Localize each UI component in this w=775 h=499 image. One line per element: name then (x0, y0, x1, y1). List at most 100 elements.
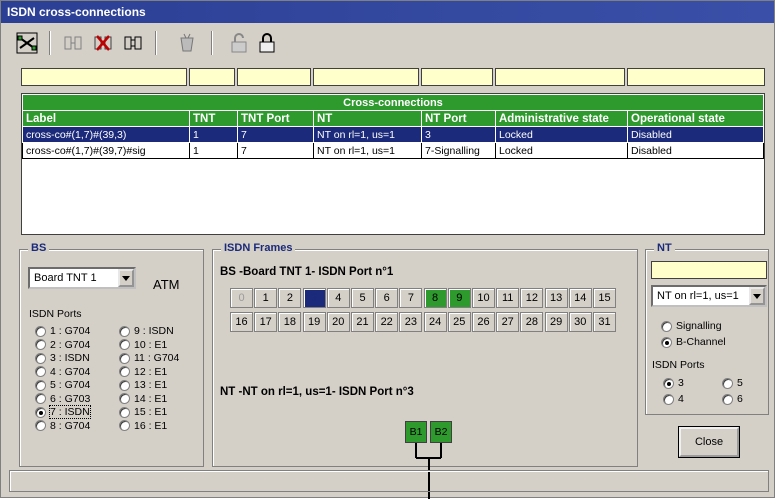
timeslot-cell[interactable]: 9 (447, 288, 471, 308)
filter-tnt-port-field[interactable] (237, 68, 311, 86)
cross-connect-icon (16, 32, 38, 54)
timeslot-cell[interactable]: 6 (375, 288, 399, 308)
table-row[interactable]: cross-co#(1,7)#(39,3) 1 7 NT on rl=1, us… (22, 126, 764, 143)
lock-open-button[interactable] (225, 29, 253, 57)
nt-port-radio-6[interactable]: 6 (722, 393, 743, 405)
nt-port-label: 5 (737, 377, 743, 389)
cross-connect-button[interactable] (13, 29, 41, 57)
bs-port-radio[interactable]: 15 : E1 (119, 406, 167, 418)
timeslot-cell[interactable]: 27 (496, 312, 520, 332)
bs-port-radio[interactable]: 4 : G704 (35, 366, 90, 378)
bs-port-radio[interactable]: 13 : E1 (119, 379, 167, 391)
filter-tnt-field[interactable] (189, 68, 235, 86)
nt-field[interactable] (651, 261, 767, 279)
b2-channel[interactable]: B2 (430, 421, 452, 443)
timeslot-cell[interactable]: 18 (278, 312, 302, 332)
timeslot-cell[interactable]: 30 (568, 312, 592, 332)
timeslot-cell[interactable]: 26 (472, 312, 495, 332)
timeslot-cell[interactable]: 0 (230, 288, 253, 308)
board-select[interactable]: Board TNT 1 (28, 267, 136, 289)
timeslot-cell[interactable]: 24 (423, 312, 447, 332)
timeslot-cell[interactable]: 22 (375, 312, 399, 332)
bs-port-radio[interactable]: 6 : G703 (35, 393, 90, 405)
timeslot-cell[interactable]: 12 (520, 288, 544, 308)
modify-connection-button[interactable] (119, 29, 147, 57)
timeslot-cell[interactable]: 28 (520, 312, 544, 332)
column-header-nt-port[interactable]: NT Port (421, 110, 496, 127)
filter-admin-state-field[interactable] (495, 68, 625, 86)
cell-label: cross-co#(1,7)#(39,7)#sig (22, 142, 190, 159)
bs-port-radio[interactable]: 9 : ISDN (119, 325, 174, 337)
column-header-tnt[interactable]: TNT (189, 110, 238, 127)
timeslot-cell[interactable]: 17 (254, 312, 278, 332)
timeslot-cell[interactable]: 4 (326, 288, 350, 308)
signalling-radio[interactable]: Signalling (661, 320, 722, 332)
cell-op-state: Disabled (627, 126, 764, 143)
timeslot-cell[interactable]: 5 (351, 288, 374, 308)
column-header-admin-state[interactable]: Administrative state (495, 110, 628, 127)
radio-dot (119, 339, 130, 350)
radio-dot (119, 366, 130, 377)
timeslot-cell[interactable]: 10 (472, 288, 495, 308)
timeslot-cell[interactable]: 29 (544, 312, 568, 332)
bs-port-label: 3 : ISDN (50, 352, 90, 364)
cell-tnt: 1 (189, 142, 238, 159)
timeslot-cell[interactable]: 13 (544, 288, 568, 308)
delete-connection-button[interactable] (89, 29, 117, 57)
clear-button[interactable] (173, 29, 201, 57)
bs-port-radio[interactable]: 5 : G704 (35, 379, 90, 391)
radio-dot (35, 366, 46, 377)
bs-port-radio[interactable]: 7 : ISDN (35, 405, 91, 419)
nt-port-radio-4[interactable]: 4 (663, 393, 684, 405)
nt-port-radio-3[interactable]: 3 (663, 377, 684, 389)
nt-port-radio-5[interactable]: 5 (722, 377, 743, 389)
bs-port-radio[interactable]: 8 : G704 (35, 420, 90, 432)
column-header-op-state[interactable]: Operational state (627, 110, 764, 127)
delete-connection-icon (94, 35, 112, 51)
bs-port-radio[interactable]: 1 : G704 (35, 325, 90, 337)
timeslot-cell[interactable]: 20 (326, 312, 350, 332)
close-button[interactable]: Close (678, 426, 740, 458)
timeslot-cell[interactable]: 23 (399, 312, 423, 332)
timeslot-cell[interactable]: 3 (302, 288, 326, 308)
bs-port-label: 2 : G704 (50, 338, 91, 351)
timeslot-cell[interactable]: 1 (254, 288, 278, 308)
add-connection-button[interactable] (59, 29, 87, 57)
timeslot-cell[interactable]: 7 (399, 288, 423, 308)
bs-port-radio[interactable]: 3 : ISDN (35, 352, 90, 364)
b1-channel[interactable]: B1 (405, 421, 427, 443)
timeslot-cell[interactable]: 19 (302, 312, 326, 332)
bs-port-radio[interactable]: 10 : E1 (119, 339, 167, 351)
timeslot-cell[interactable]: 31 (593, 312, 616, 332)
timeslot-cell[interactable]: 25 (447, 312, 471, 332)
timeslot-cell[interactable]: 21 (351, 312, 374, 332)
nt-select[interactable]: NT on rl=1, us=1 (651, 285, 767, 307)
filter-label-field[interactable] (21, 68, 187, 86)
timeslot-cell[interactable]: 8 (423, 288, 447, 308)
timeslot-cell[interactable]: 11 (496, 288, 520, 308)
chevron-down-icon[interactable] (749, 287, 765, 305)
bs-port-radio[interactable]: 11 : G704 (119, 352, 179, 364)
bs-port-label: 8 : G704 (50, 419, 91, 432)
filter-nt-field[interactable] (313, 68, 419, 86)
timeslot-cell[interactable]: 16 (230, 312, 253, 332)
table-row[interactable]: cross-co#(1,7)#(39,7)#sig 1 7 NT on rl=1… (22, 142, 764, 159)
bs-port-label: 11 : G704 (134, 352, 180, 364)
b-channel-radio[interactable]: B-Channel (661, 336, 726, 348)
bs-port-radio[interactable]: 12 : E1 (119, 366, 167, 378)
bs-port-radio[interactable]: 14 : E1 (119, 393, 167, 405)
bs-port-radio[interactable]: 2 : G704 (35, 339, 90, 351)
column-header-nt[interactable]: NT (313, 110, 422, 127)
chevron-down-icon[interactable] (118, 269, 134, 287)
filter-nt-port-field[interactable] (421, 68, 493, 86)
timeslot-cell[interactable]: 14 (568, 288, 592, 308)
status-bar (9, 470, 769, 492)
bs-port-label: 7 : ISDN (49, 405, 91, 419)
timeslot-cell[interactable]: 2 (278, 288, 302, 308)
column-header-tnt-port[interactable]: TNT Port (237, 110, 314, 127)
bs-port-radio[interactable]: 16 : E1 (119, 420, 167, 432)
timeslot-cell[interactable]: 15 (593, 288, 616, 308)
filter-op-state-field[interactable] (627, 68, 765, 86)
column-header-label[interactable]: Label (22, 110, 190, 127)
lock-closed-button[interactable] (253, 29, 281, 57)
